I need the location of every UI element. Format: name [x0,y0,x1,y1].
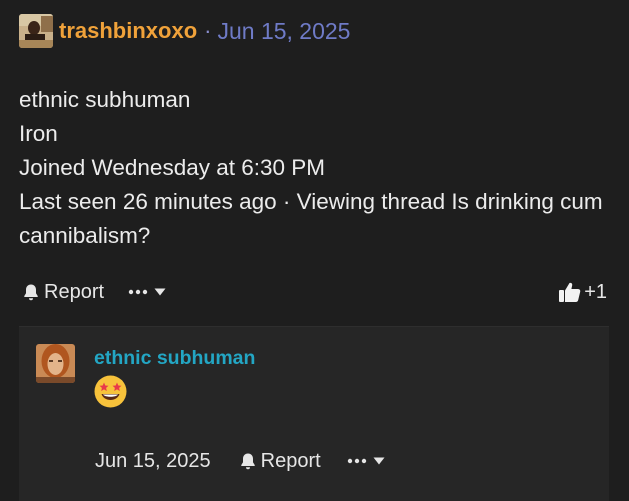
caret-down-icon [373,457,385,465]
report-label: Report [44,280,105,303]
post-author-link[interactable]: trashbinxoxo [59,18,197,44]
reply-footer: Jun 15, 2025 Report [95,446,385,476]
post-line: Joined Wednesday at 6:30 PM [19,155,326,180]
avatar[interactable] [19,14,53,48]
like-count: +1 [584,280,607,303]
post-date-link[interactable]: Jun 15, 2025 [217,18,350,45]
thumbs-up-icon [559,282,581,302]
more-options-menu[interactable] [128,287,166,297]
post-line: Iron [19,121,58,146]
reply-container: ethnic subhuman Jun 15, 2025 Report [19,326,609,501]
like-button[interactable]: +1 [558,281,607,304]
post-body: ethnic subhuman Iron Joined Wednesday at… [19,83,609,253]
reply-author-link[interactable]: ethnic subhuman [94,347,255,370]
bell-icon [240,453,255,470]
reply-report-label: Report [260,449,321,472]
post-line: Last seen 26 minutes ago · Viewing threa… [19,189,603,248]
post-line: ethnic subhuman [19,87,191,112]
caret-down-icon [154,288,166,296]
post-header: trashbinxoxo · Jun 15, 2025 [19,14,350,48]
more-dots-icon [347,458,366,464]
reply-more-options-menu[interactable] [347,456,385,466]
reply-date-link[interactable]: Jun 15, 2025 [95,450,211,473]
reply-avatar[interactable] [36,344,75,383]
star-struck-emoji [94,375,127,408]
reply-report-button[interactable]: Report [239,450,321,473]
more-dots-icon [128,289,148,295]
separator-dot: · [204,18,212,43]
bell-icon [24,284,38,301]
report-button[interactable]: Report [22,281,104,304]
post-action-bar: Report +1 [22,277,607,307]
